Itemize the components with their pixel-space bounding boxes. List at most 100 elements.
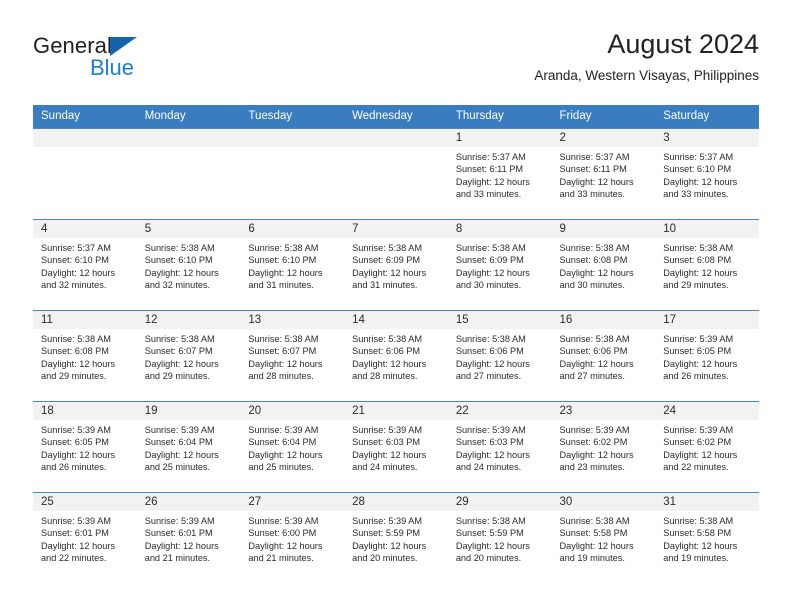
weekday-header-saturday: Saturday — [655, 105, 759, 129]
day-details: Sunrise: 5:37 AM Sunset: 6:11 PM Dayligh… — [448, 147, 552, 200]
generalblue-logo[interactable]: General Blue — [33, 34, 253, 90]
day-cell[interactable]: 31 Sunrise: 5:38 AM Sunset: 5:58 PM Dayl… — [655, 492, 759, 583]
daylight-text-line2: and 29 minutes. — [144, 370, 211, 381]
day-number: 15 — [447, 311, 552, 329]
sunrise-text: Sunrise: 5:38 AM — [352, 243, 423, 253]
day-details — [33, 147, 137, 151]
daylight-text-line2: and 29 minutes. — [663, 279, 729, 290]
day-number: 4 — [33, 220, 137, 238]
day-number: 1 — [447, 129, 552, 147]
sunrise-text: Sunrise: 5:39 AM — [352, 516, 423, 526]
calendar-week-row: 11 Sunrise: 5:38 AM Sunset: 6:08 PM Dayl… — [33, 310, 759, 402]
day-cell[interactable]: 6 Sunrise: 5:38 AM Sunset: 6:10 PM Dayli… — [240, 219, 345, 311]
day-number: 28 — [344, 493, 448, 511]
day-cell[interactable] — [136, 128, 241, 220]
day-details: Sunrise: 5:37 AM Sunset: 6:10 PM Dayligh… — [33, 238, 137, 291]
daylight-text-line2: and 26 minutes. — [663, 370, 729, 381]
sunrise-text: Sunrise: 5:38 AM — [455, 243, 526, 253]
daylight-text-line1: Daylight: 12 hours — [455, 176, 530, 187]
day-details: Sunrise: 5:39 AM Sunset: 6:02 PM Dayligh… — [552, 420, 656, 473]
daylight-text-line2: and 23 minutes. — [559, 461, 625, 472]
day-cell[interactable]: 26 Sunrise: 5:39 AM Sunset: 6:01 PM Dayl… — [136, 492, 241, 583]
daylight-text-line1: Daylight: 12 hours — [663, 176, 738, 187]
day-cell[interactable] — [240, 128, 345, 220]
day-number: 11 — [33, 311, 137, 329]
daylight-text-line2: and 19 minutes. — [663, 552, 729, 563]
sunset-text: Sunset: 6:03 PM — [455, 437, 524, 448]
daylight-text-line1: Daylight: 12 hours — [248, 267, 323, 278]
day-cell[interactable]: 25 Sunrise: 5:39 AM Sunset: 6:01 PM Dayl… — [33, 492, 137, 583]
day-cell[interactable]: 5 Sunrise: 5:38 AM Sunset: 6:10 PM Dayli… — [136, 219, 241, 311]
day-cell[interactable]: 19 Sunrise: 5:39 AM Sunset: 6:04 PM Dayl… — [136, 401, 241, 493]
day-details: Sunrise: 5:39 AM Sunset: 6:05 PM Dayligh… — [655, 329, 759, 382]
day-cell[interactable]: 9 Sunrise: 5:38 AM Sunset: 6:08 PM Dayli… — [551, 219, 656, 311]
day-cell[interactable]: 14 Sunrise: 5:38 AM Sunset: 6:06 PM Dayl… — [344, 310, 448, 402]
daylight-text-line1: Daylight: 12 hours — [144, 540, 219, 551]
day-cell[interactable]: 24 Sunrise: 5:39 AM Sunset: 6:02 PM Dayl… — [655, 401, 759, 493]
sunset-text: Sunset: 6:03 PM — [352, 437, 421, 448]
day-cell[interactable]: 15 Sunrise: 5:38 AM Sunset: 6:06 PM Dayl… — [447, 310, 552, 402]
day-details: Sunrise: 5:38 AM Sunset: 6:07 PM Dayligh… — [137, 329, 241, 382]
day-cell[interactable]: 1 Sunrise: 5:37 AM Sunset: 6:11 PM Dayli… — [447, 128, 552, 220]
day-cell[interactable]: 29 Sunrise: 5:38 AM Sunset: 5:59 PM Dayl… — [447, 492, 552, 583]
day-cell[interactable]: 7 Sunrise: 5:38 AM Sunset: 6:09 PM Dayli… — [344, 219, 448, 311]
day-cell[interactable]: 22 Sunrise: 5:39 AM Sunset: 6:03 PM Dayl… — [447, 401, 552, 493]
day-number: 17 — [655, 311, 759, 329]
day-details: Sunrise: 5:39 AM Sunset: 6:02 PM Dayligh… — [655, 420, 759, 473]
sunrise-text: Sunrise: 5:39 AM — [248, 516, 319, 526]
day-cell[interactable]: 11 Sunrise: 5:38 AM Sunset: 6:08 PM Dayl… — [33, 310, 137, 402]
day-cell[interactable] — [344, 128, 448, 220]
day-cell[interactable]: 13 Sunrise: 5:38 AM Sunset: 6:07 PM Dayl… — [240, 310, 345, 402]
day-cell[interactable]: 8 Sunrise: 5:38 AM Sunset: 6:09 PM Dayli… — [447, 219, 552, 311]
sunset-text: Sunset: 6:05 PM — [663, 346, 732, 357]
daylight-text-line2: and 33 minutes. — [663, 188, 729, 199]
sunset-text: Sunset: 6:02 PM — [559, 437, 628, 448]
day-cell[interactable]: 17 Sunrise: 5:39 AM Sunset: 6:05 PM Dayl… — [655, 310, 759, 402]
day-number: 16 — [551, 311, 656, 329]
daylight-text-line1: Daylight: 12 hours — [663, 449, 738, 460]
day-details: Sunrise: 5:39 AM Sunset: 6:04 PM Dayligh… — [240, 420, 344, 473]
day-cell[interactable]: 4 Sunrise: 5:37 AM Sunset: 6:10 PM Dayli… — [33, 219, 137, 311]
daylight-text-line2: and 28 minutes. — [352, 370, 418, 381]
day-cell[interactable]: 16 Sunrise: 5:38 AM Sunset: 6:06 PM Dayl… — [551, 310, 656, 402]
sunset-text: Sunset: 5:59 PM — [455, 528, 524, 539]
daylight-text-line1: Daylight: 12 hours — [41, 449, 116, 460]
day-cell[interactable]: 30 Sunrise: 5:38 AM Sunset: 5:58 PM Dayl… — [551, 492, 656, 583]
daylight-text-line2: and 30 minutes. — [455, 279, 522, 290]
daylight-text-line1: Daylight: 12 hours — [144, 449, 219, 460]
day-cell[interactable]: 21 Sunrise: 5:39 AM Sunset: 6:03 PM Dayl… — [344, 401, 448, 493]
day-cell[interactable]: 27 Sunrise: 5:39 AM Sunset: 6:00 PM Dayl… — [240, 492, 345, 583]
day-number: 30 — [551, 493, 656, 511]
title-block: August 2024 Aranda, Western Visayas, Phi… — [534, 28, 759, 86]
day-cell[interactable]: 23 Sunrise: 5:39 AM Sunset: 6:02 PM Dayl… — [551, 401, 656, 493]
day-details: Sunrise: 5:38 AM Sunset: 6:08 PM Dayligh… — [33, 329, 137, 382]
day-cell[interactable]: 28 Sunrise: 5:39 AM Sunset: 5:59 PM Dayl… — [344, 492, 448, 583]
day-number: 7 — [344, 220, 448, 238]
day-details: Sunrise: 5:39 AM Sunset: 6:01 PM Dayligh… — [33, 511, 137, 564]
sunrise-text: Sunrise: 5:38 AM — [248, 243, 319, 253]
day-number: 12 — [136, 311, 241, 329]
sunrise-text: Sunrise: 5:38 AM — [352, 334, 423, 344]
day-cell[interactable]: 18 Sunrise: 5:39 AM Sunset: 6:05 PM Dayl… — [33, 401, 137, 493]
day-cell[interactable]: 3 Sunrise: 5:37 AM Sunset: 6:10 PM Dayli… — [655, 128, 759, 220]
day-number: 9 — [551, 220, 656, 238]
day-details: Sunrise: 5:39 AM Sunset: 6:01 PM Dayligh… — [137, 511, 241, 564]
daylight-text-line2: and 32 minutes. — [144, 279, 211, 290]
sunrise-text: Sunrise: 5:39 AM — [41, 516, 111, 526]
day-details: Sunrise: 5:38 AM Sunset: 6:06 PM Dayligh… — [552, 329, 656, 382]
day-number: 23 — [551, 402, 656, 420]
day-details: Sunrise: 5:38 AM Sunset: 6:10 PM Dayligh… — [137, 238, 241, 291]
daylight-text-line2: and 22 minutes. — [663, 461, 729, 472]
day-cell[interactable] — [33, 128, 137, 220]
day-cell[interactable]: 2 Sunrise: 5:37 AM Sunset: 6:11 PM Dayli… — [551, 128, 656, 220]
day-cell[interactable]: 12 Sunrise: 5:38 AM Sunset: 6:07 PM Dayl… — [136, 310, 241, 402]
day-details: Sunrise: 5:38 AM Sunset: 6:07 PM Dayligh… — [240, 329, 344, 382]
daylight-text-line1: Daylight: 12 hours — [559, 540, 634, 551]
sunrise-text: Sunrise: 5:38 AM — [559, 334, 630, 344]
sunrise-text: Sunrise: 5:37 AM — [663, 152, 734, 162]
day-cell[interactable]: 20 Sunrise: 5:39 AM Sunset: 6:04 PM Dayl… — [240, 401, 345, 493]
day-cell[interactable]: 10 Sunrise: 5:38 AM Sunset: 6:08 PM Dayl… — [655, 219, 759, 311]
daylight-text-line1: Daylight: 12 hours — [352, 267, 427, 278]
day-number: 14 — [344, 311, 448, 329]
day-number: 20 — [240, 402, 345, 420]
